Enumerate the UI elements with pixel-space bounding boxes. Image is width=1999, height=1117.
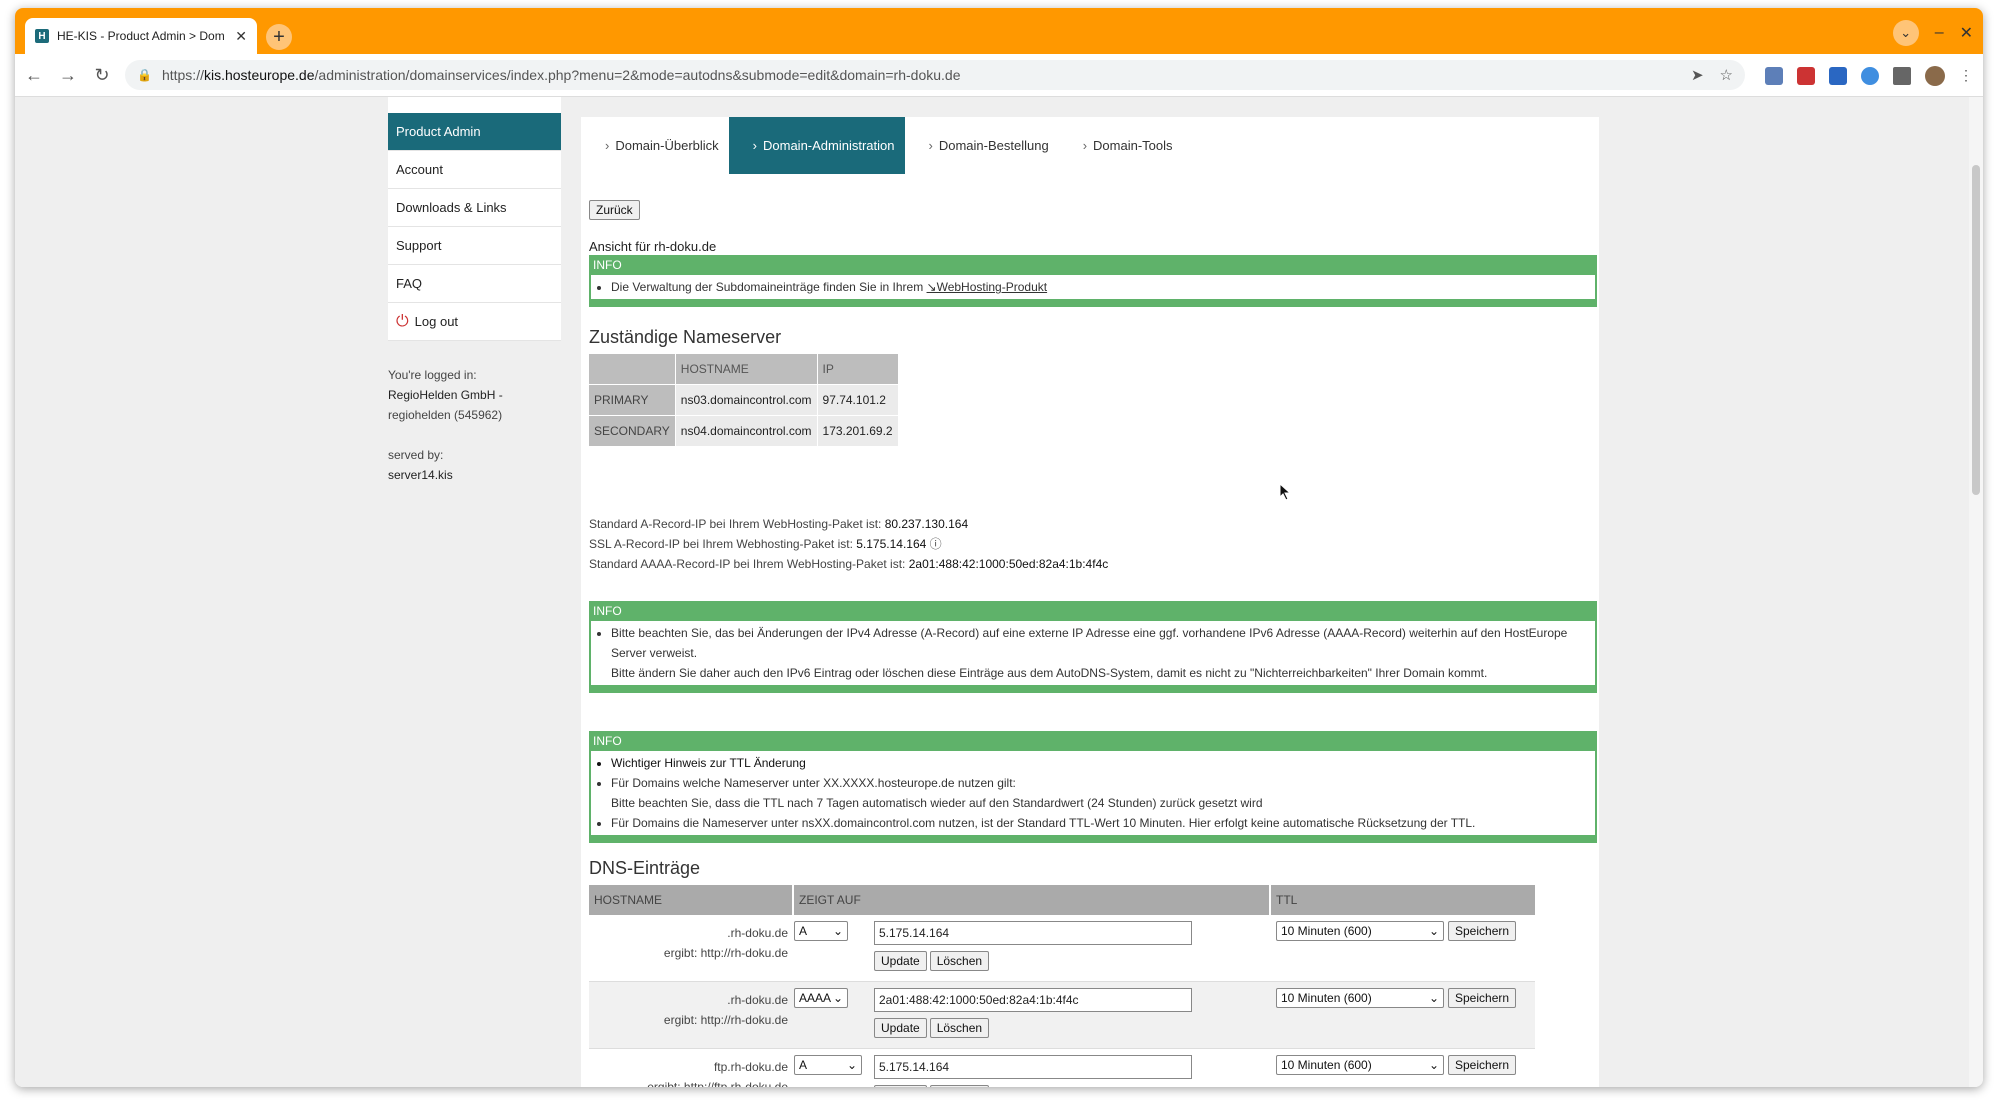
ttl-select[interactable]: 10 Minuten (600) ⌄ [1276,921,1444,941]
forward-icon[interactable]: → [53,65,83,86]
extension-icon[interactable] [1765,67,1783,85]
url-text: https://kis.hosteurope.de/administration… [161,67,961,83]
company-name: RegioHelden GmbH - [388,388,503,402]
back-button[interactable]: Zurück [589,200,640,220]
sidebar: Product Admin Account Downloads & Links … [388,97,561,485]
minimize-icon[interactable]: – [1935,24,1944,42]
info-box-ttl: INFO Wichtiger Hinweis zur TTL Änderung … [589,731,1597,843]
record-info: Standard A-Record-IP bei Ihrem WebHostin… [589,517,1109,571]
tab-title: HE-KIS - Product Admin > Dom [57,29,225,43]
table-row: ftp.rh-doku.de ergibt: http://ftp.rh-doku… [589,1049,1535,1087]
chevron-right-icon: › [1082,138,1088,153]
back-icon[interactable]: ← [19,65,49,86]
scrollbar-thumb[interactable] [1972,165,1980,495]
login-info: You're logged in: RegioHelden GmbH - reg… [388,365,561,485]
sidebar-item-downloads[interactable]: Downloads & Links [388,189,561,227]
tab-domain-admin[interactable]: › Domain-Administration [728,117,905,174]
new-tab-button[interactable]: + [266,24,292,50]
nameserver-table: HOSTNAME IP PRIMARY ns03.domaincontrol.com… [588,353,899,447]
webhosting-link[interactable]: ↘WebHosting-Produkt [927,280,1048,294]
chevron-right-icon: › [752,138,757,153]
info-box-subdomain: INFO Die Verwaltung der Subdomaineinträg… [589,255,1597,307]
scrollbar[interactable] [1969,97,1983,1087]
record-type-select[interactable]: AAAA ⌄ [794,988,848,1008]
account-name: regiohelden (545962) [388,408,503,422]
table-row: PRIMARY ns03.domaincontrol.com 97.74.101.2 [589,385,898,415]
extension-icon[interactable] [1861,67,1879,85]
table-row: SECONDARY ns04.domaincontrol.com 173.201.6… [589,416,898,446]
update-button[interactable]: Update [874,1085,927,1087]
address-bar[interactable]: 🔒 https://kis.hosteurope.de/administrati… [125,60,1745,90]
sidebar-item-faq[interactable]: FAQ [388,265,561,303]
avatar[interactable] [1925,66,1945,86]
record-value-input[interactable]: 5.175.14.164 [874,921,1192,945]
record-value-input[interactable]: 5.175.14.164 [874,1055,1192,1079]
browser-window: H HE-KIS - Product Admin > Dom ✕ + ⌄ – ✕… [15,8,1983,1087]
logout-icon: ⏻ [396,312,409,330]
update-button[interactable]: Update [874,951,927,971]
bookmark-star-icon[interactable]: ☆ [1720,66,1733,84]
puzzle-icon[interactable] [1893,67,1911,85]
info-icon[interactable]: ⓘ [930,537,942,551]
sidebar-item-logout[interactable]: ⏻ Log out [388,303,561,341]
chevron-down-icon: ⌄ [832,991,843,1005]
server-name: server14.kis [388,468,453,482]
record-type-select[interactable]: A ⌄ [794,921,848,941]
sidebar-item-product-admin[interactable]: Product Admin [388,113,561,151]
mouse-cursor-icon [1279,483,1291,501]
sidebar-item-account[interactable]: Account [388,151,561,189]
nameserver-title: Zuständige Nameserver [589,327,782,347]
logout-label: Log out [414,314,459,329]
extensions-area: ⋮ [1765,66,1973,86]
save-button[interactable]: Speichern [1448,1055,1517,1075]
browser-toolbar: ← → ↻ 🔒 https://kis.hosteurope.de/admini… [15,54,1983,97]
lock-icon[interactable]: 🔒 [137,68,152,82]
ttl-select[interactable]: 10 Minuten (600) ⌄ [1276,1055,1444,1075]
dns-title: DNS-Einträge [589,858,701,878]
close-tab-icon[interactable]: ✕ [235,28,247,45]
tab-strip: H HE-KIS - Product Admin > Dom ✕ + ⌄ – ✕ [15,8,1983,54]
tab-search-icon[interactable]: ⌄ [1892,20,1919,46]
table-row: .rh-doku.de ergibt: http://rh-doku.de AAA… [589,982,1535,1049]
chevron-right-icon: › [605,138,610,153]
favicon-icon: H [35,29,49,43]
save-button[interactable]: Speichern [1448,921,1517,941]
table-row: .rh-doku.de ergibt: http://rh-doku.de A ⌄ … [589,915,1535,982]
chevron-down-icon: ⌄ [846,1058,857,1072]
view-title: Ansicht für rh-doku.de [589,239,717,254]
delete-button[interactable]: Löschen [929,1085,990,1087]
record-type-select[interactable]: A ⌄ [794,1055,862,1075]
reload-icon[interactable]: ↻ [87,65,117,86]
main-panel: › Domain-Überblick › Domain-Administration… [581,117,1599,1087]
send-icon[interactable]: ➤ [1691,66,1704,84]
sidebar-item-support[interactable]: Support [388,227,561,265]
delete-button[interactable]: Löschen [929,951,990,971]
tab-domain-overview[interactable]: › Domain-Überblick [581,117,729,174]
menu-icon[interactable]: ⋮ [1959,67,1973,85]
record-value-input[interactable]: 2a01:488:42:1000:50ed:82a4:1b:4f4c [874,988,1192,1012]
save-button[interactable]: Speichern [1448,988,1517,1008]
browser-tab[interactable]: H HE-KIS - Product Admin > Dom ✕ [25,18,257,54]
page-content: Product Admin Account Downloads & Links … [15,97,1983,1087]
update-button[interactable]: Update [874,1018,927,1038]
window-controls: ⌄ – ✕ [1892,20,1973,46]
ttl-select[interactable]: 10 Minuten (600) ⌄ [1276,988,1444,1008]
extension-icon[interactable] [1829,67,1847,85]
close-window-icon[interactable]: ✕ [1960,23,1973,43]
dns-table: HOSTNAME ZEIGT AUF TTL .rh-doku.de ergibt… [589,885,1535,1087]
info-box-ipv6: INFO Bitte beachten Sie, das bei Änderun… [589,601,1597,693]
delete-button[interactable]: Löschen [929,1018,990,1038]
extension-icon[interactable] [1797,67,1815,85]
domain-tabs: › Domain-Überblick › Domain-Administration… [581,117,1183,174]
chevron-right-icon: › [928,138,933,153]
chevron-down-icon: ⌄ [832,924,843,938]
tab-domain-tools[interactable]: › Domain-Tools [1059,117,1183,174]
tab-domain-order[interactable]: › Domain-Bestellung [905,117,1059,174]
